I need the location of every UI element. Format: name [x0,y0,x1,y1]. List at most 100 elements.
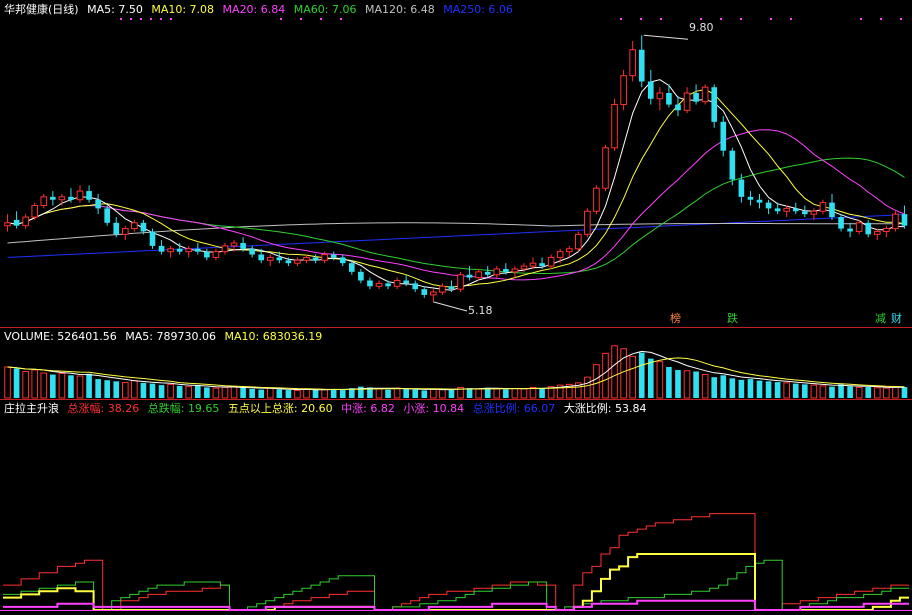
candle-body [802,211,808,215]
candle-body [185,248,193,253]
candle-body [539,263,545,267]
candle-body [892,213,899,230]
signal-dot [770,18,772,20]
candle-body [140,222,147,232]
volume-bar [68,375,74,398]
signal-dot [140,18,142,20]
stock-chart-canvas[interactable] [0,0,912,615]
candle-body [838,217,844,229]
candle-body [503,268,509,272]
volume-bar [385,389,391,398]
volume-bar [176,385,183,398]
candle-body [212,251,220,258]
candle-body [312,257,319,261]
candle-body [729,150,736,180]
volume-bar [113,381,120,398]
candle-body [883,228,890,232]
indicator-series-line [3,599,909,611]
volume-bar [539,388,545,398]
candle-body [547,256,555,267]
volume-bar [312,389,319,398]
volume-bar [76,375,84,399]
candle-body [656,92,664,100]
candle-body [31,205,39,218]
candle-body [339,257,346,264]
candle-body [430,291,437,296]
volume-bar [13,368,20,398]
candle-body [50,196,56,200]
volume-bar [520,388,528,399]
volume-bar [122,381,129,399]
volume-bar [466,388,473,398]
volume-bar [276,389,283,398]
candle-body [593,187,600,212]
candle-body [756,199,763,203]
candle-body [556,251,564,258]
candle-body [466,274,473,278]
volume-bar [86,373,92,398]
volume-bar [738,379,745,398]
volume-bar [50,374,56,398]
volume-bar [140,382,147,398]
volume-bar [865,387,872,398]
volume-bar [230,386,238,399]
volume-bar [448,388,455,398]
candle-body [865,222,872,235]
candle-body [829,202,835,218]
candle-body [783,207,790,212]
volume-bar [266,387,274,399]
candle-body [40,196,48,207]
signal-dot [860,18,862,20]
volume-bar [221,386,229,399]
volume-bar [294,389,301,399]
signal-dot [130,18,132,20]
candle-body [303,256,310,261]
volume-bar [693,371,699,398]
candle-body [349,263,355,272]
volume-bar [95,379,101,398]
candle-body [620,75,627,106]
low-leader [433,301,468,312]
volume-bar [240,387,246,398]
candle-body [86,191,92,200]
volume-bar [720,375,727,398]
signal-dot [170,18,172,20]
volume-bar [503,389,509,398]
volume-bar [58,372,66,399]
volume-bar [847,386,853,398]
candle-body [847,228,853,232]
signal-dot [120,18,122,20]
candle-body [484,271,491,275]
volume-bar [285,390,292,398]
candle-body [602,147,609,189]
candle-body [611,104,618,149]
candle-body [819,202,827,212]
candle-body [68,196,74,200]
candle-body [375,282,383,287]
volume-bar [158,385,165,398]
candle-body [240,243,246,249]
volume-bar [656,361,664,399]
candle-body [792,208,799,212]
ma60-line [7,157,905,275]
volume-bar [412,389,419,398]
volume-bar [901,387,908,398]
candle-body [149,231,156,246]
candle-body [276,257,283,261]
candle-body [421,289,428,295]
volume-bar [4,366,11,399]
volume-bar [647,358,654,398]
volume-bar [167,383,174,399]
volume-bar [711,377,718,398]
candle-body [113,222,120,235]
signal-dot [900,18,902,20]
volume-bar [584,376,591,399]
candle-body [584,210,591,235]
volume-bar [792,383,799,398]
indicator-series-line [3,553,909,611]
candle-body [457,274,464,290]
volume-bar [330,388,337,398]
candle-body [475,271,482,279]
candle-body [131,222,138,230]
volume-bar [602,352,609,399]
